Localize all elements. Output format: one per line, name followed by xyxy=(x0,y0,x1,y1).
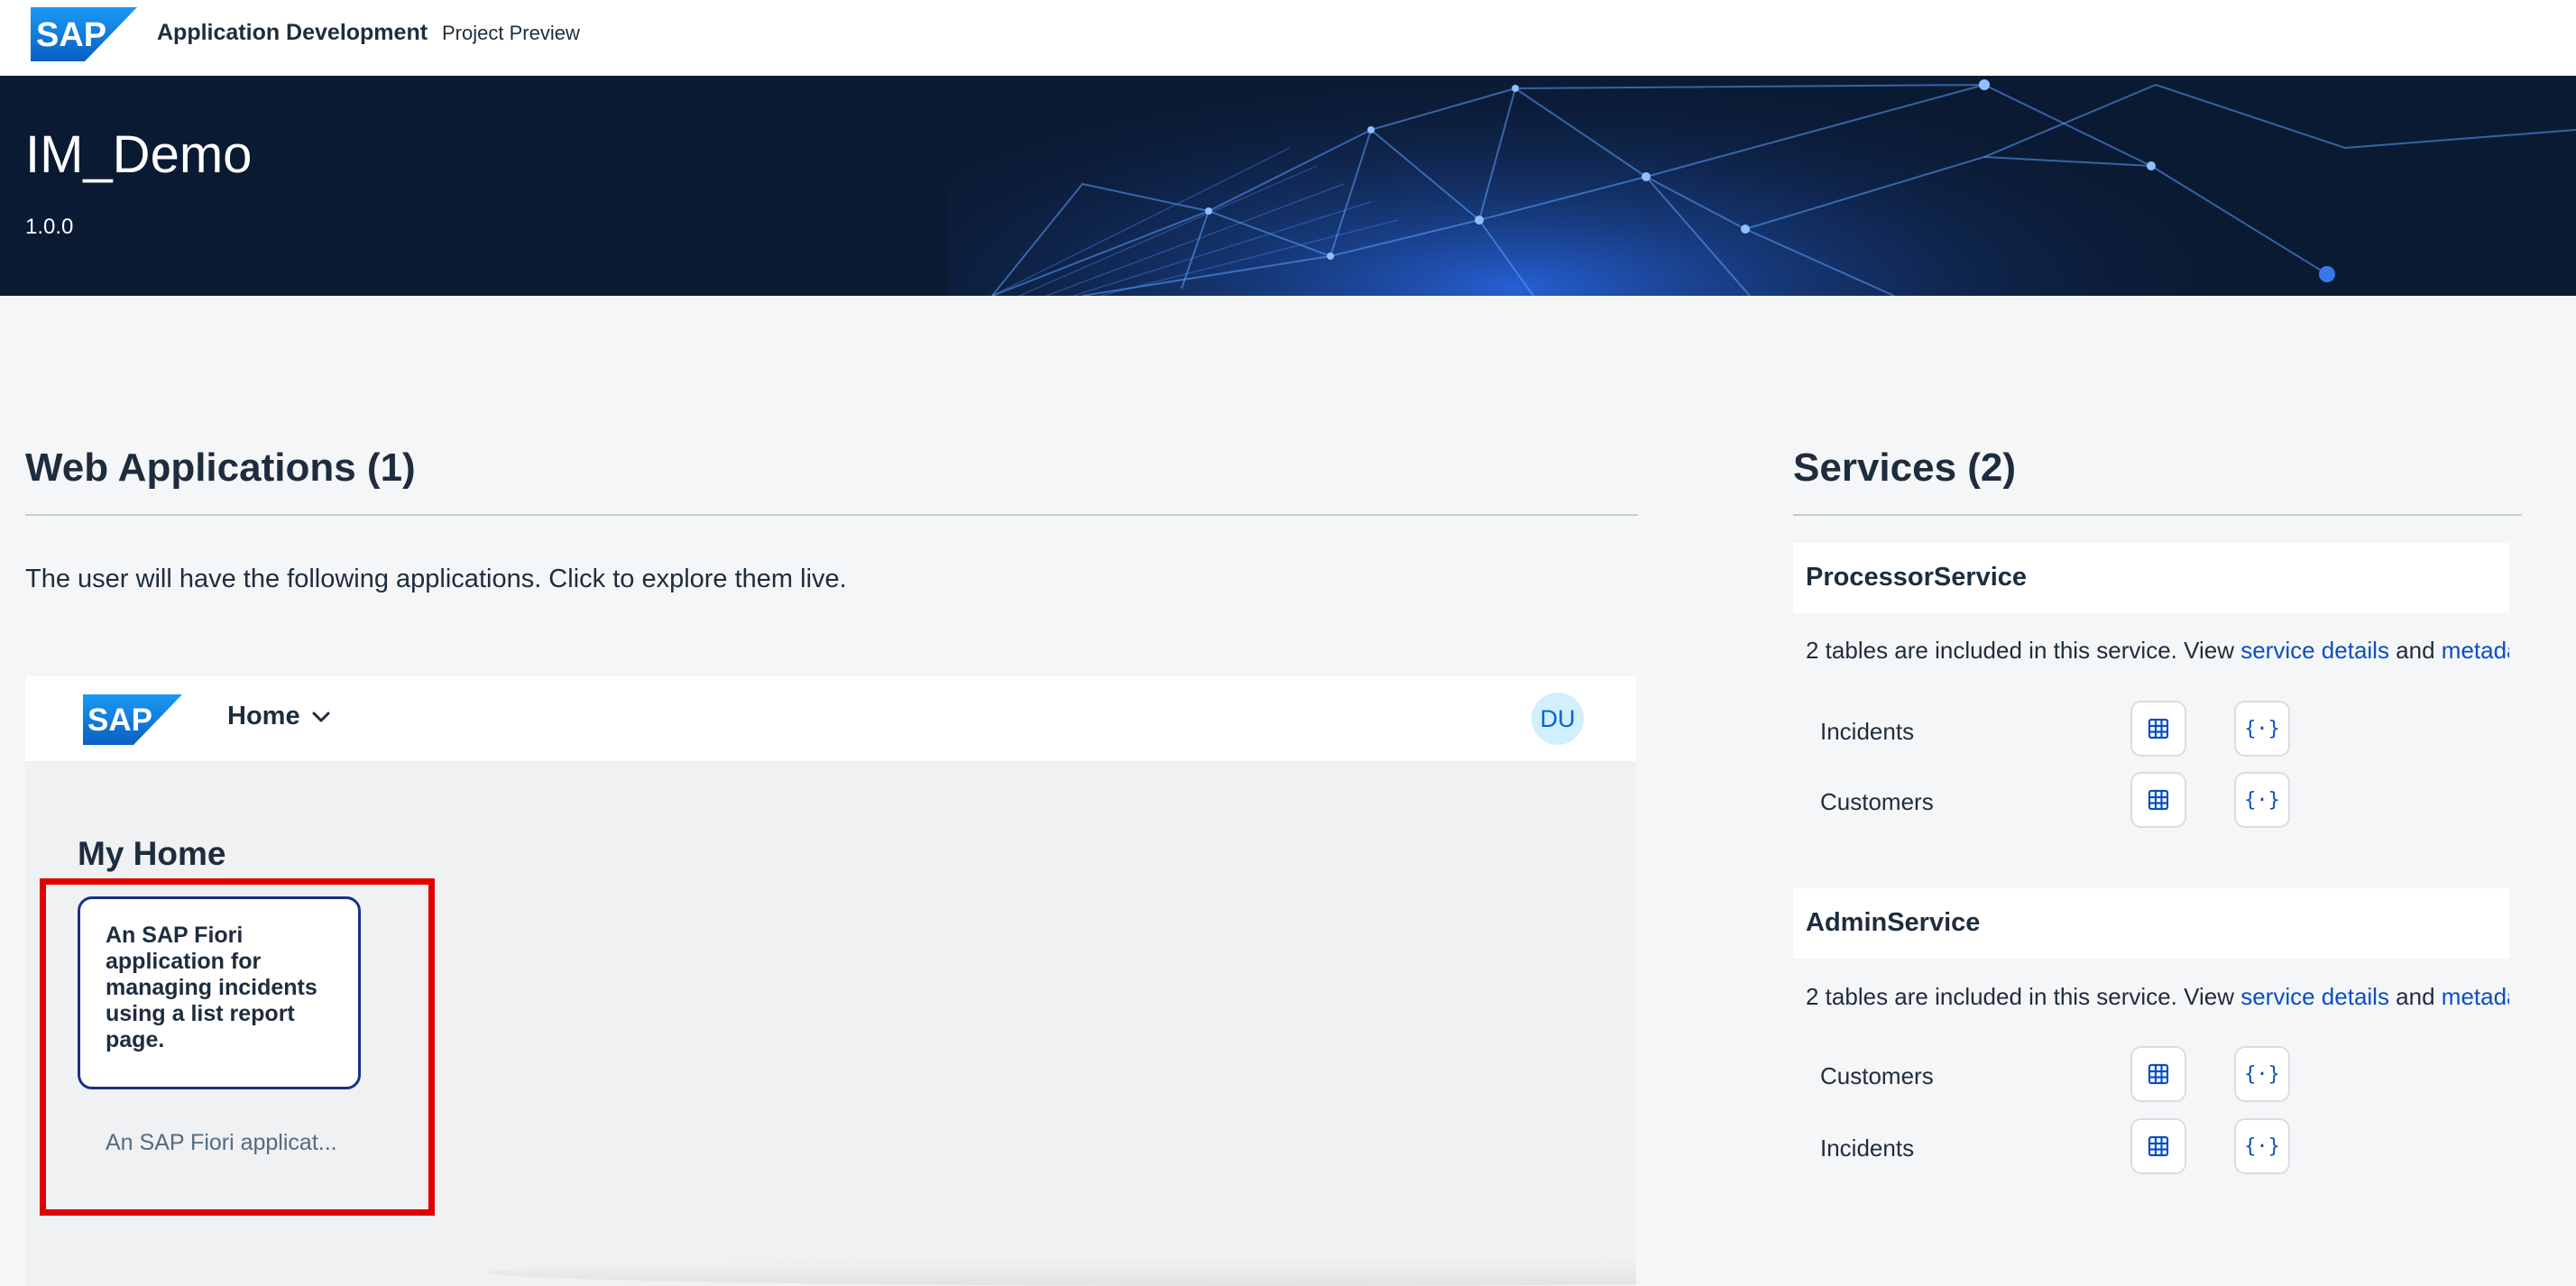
curly-braces-icon[interactable]: {·} xyxy=(2234,1118,2290,1174)
curly-braces-icon[interactable]: {·} xyxy=(2234,701,2290,757)
entity-name: Customers xyxy=(1820,1062,1934,1089)
service-details-link[interactable]: service details xyxy=(2240,983,2389,1010)
service-name: AdminService xyxy=(1806,908,1981,937)
hero-banner: IM_Demo 1.0.0 xyxy=(0,76,2576,296)
metadata-link[interactable]: metadata xyxy=(2442,983,2509,1010)
table-icon[interactable] xyxy=(2130,1046,2186,1102)
sap-logo[interactable]: SAP xyxy=(31,7,137,61)
service-name: ProcessorService xyxy=(1806,563,2028,592)
web-applications-intro: The user will have the following applica… xyxy=(25,565,847,593)
project-version: 1.0.0 xyxy=(25,215,74,239)
app-tile-incidents[interactable]: An SAP Fiori application for managing in… xyxy=(78,896,361,1155)
entity-name: Incidents xyxy=(1820,718,1915,745)
entity-name: Customers xyxy=(1820,788,1934,815)
web-applications-heading: Web Applications (1) xyxy=(25,446,416,490)
sap-logo[interactable]: SAP xyxy=(83,694,182,745)
project-title: IM_Demo xyxy=(25,125,253,184)
curly-braces-icon[interactable]: {·} xyxy=(2234,772,2290,828)
tile-subtitle: An SAP Fiori applicat... xyxy=(106,1130,337,1155)
table-icon[interactable] xyxy=(2130,701,2186,757)
service-and-text: and xyxy=(2388,637,2442,664)
launchpad-page-title: My Home xyxy=(78,835,226,872)
tile-title: An SAP Fiori application for managing in… xyxy=(106,923,317,1052)
services-divider xyxy=(1793,514,2522,516)
curly-braces-icon[interactable]: {·} xyxy=(2234,1046,2290,1102)
metadata-link[interactable]: metadata xyxy=(2442,637,2509,664)
service-description: 2 tables are included in this service. V… xyxy=(1806,983,2509,1011)
service-and-text: and xyxy=(2388,983,2442,1010)
service-description: 2 tables are included in this service. V… xyxy=(1806,637,2509,665)
table-icon[interactable] xyxy=(2130,1118,2186,1174)
home-menu-label: Home xyxy=(227,702,300,730)
service-card-admin: AdminService xyxy=(1793,888,2509,959)
scroll-shadow xyxy=(487,1259,1636,1286)
home-menu-button[interactable]: Home xyxy=(227,702,331,731)
sap-logo-text: SAP xyxy=(36,16,106,54)
web-applications-divider xyxy=(25,514,1638,516)
service-card-processor: ProcessorService xyxy=(1793,543,2509,613)
launchpad-preview: SAP Home DU My Home An SAP Fiori applica… xyxy=(25,676,1636,1286)
shell-bar: SAP Application Development Project Prev… xyxy=(0,0,2576,76)
sap-logo-text: SAP xyxy=(87,703,152,738)
network-background xyxy=(947,76,2576,296)
entity-name: Incidents xyxy=(1820,1134,1915,1162)
service-details-link[interactable]: service details xyxy=(2240,637,2389,664)
table-icon[interactable] xyxy=(2130,772,2186,828)
launchpad-shell-bar: SAP Home DU xyxy=(25,676,1636,761)
service-description-text: 2 tables are included in this service. V… xyxy=(1806,983,2241,1010)
user-avatar[interactable]: DU xyxy=(1532,693,1584,745)
chevron-down-icon xyxy=(312,712,330,721)
service-description-text: 2 tables are included in this service. V… xyxy=(1806,637,2241,664)
app-title: Application Development xyxy=(157,20,428,45)
app-subtitle: Project Preview xyxy=(442,22,580,44)
services-heading: Services (2) xyxy=(1793,446,2017,490)
